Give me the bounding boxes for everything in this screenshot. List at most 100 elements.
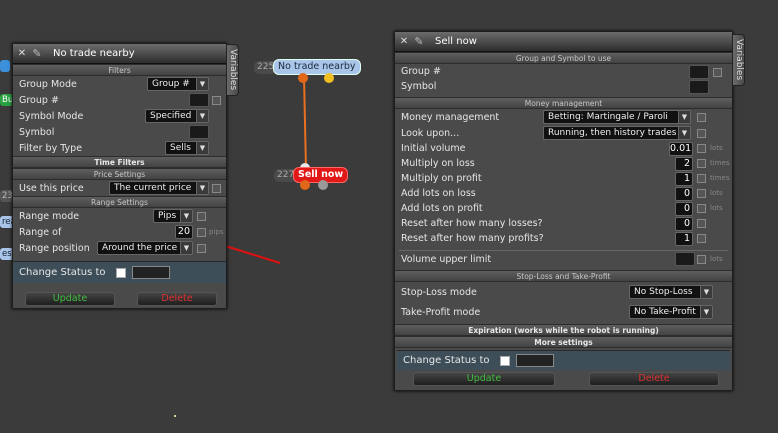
multiply-on-loss-checkbox[interactable] [697, 159, 706, 168]
pin-icon[interactable]: ✎ [411, 35, 427, 48]
symbol-input[interactable] [189, 125, 209, 139]
section-price-settings[interactable]: Price Settings [13, 168, 226, 180]
panel-title: Sell now [435, 36, 477, 47]
change-status-input[interactable] [131, 266, 170, 279]
reset-losses-input[interactable]: 0 [675, 216, 693, 231]
left-settings-panel: ✕ ✎ No trade nearby Filters Group Mode G… [12, 43, 227, 309]
section-filters[interactable]: Filters [13, 64, 226, 76]
section-group-symbol[interactable]: Group and Symbol to use [395, 52, 732, 64]
close-icon[interactable]: ✕ [397, 36, 411, 47]
update-button[interactable]: Update [25, 292, 115, 306]
chevron-down-icon: ▼ [196, 142, 208, 154]
look-upon-select[interactable]: Running, then history trades ▼ [543, 126, 691, 140]
node-output-dot[interactable] [300, 180, 310, 190]
use-this-price-select[interactable]: The current price ▼ [109, 181, 209, 195]
money-management-checkbox[interactable] [697, 113, 706, 122]
node-no-trade-nearby[interactable]: No trade nearby [273, 59, 361, 75]
node-output-dot[interactable] [324, 73, 334, 83]
group-mode-select[interactable]: Group # ▼ [147, 77, 209, 91]
label-add-lots-on-profit: Add lots on profit [401, 203, 483, 214]
label-group-num: Group # [401, 66, 441, 77]
label-stop-loss-mode: Stop-Loss mode [401, 286, 477, 298]
node-connector [303, 75, 307, 171]
update-button[interactable]: Update [413, 372, 555, 386]
label-add-lots-on-loss: Add lots on loss [401, 188, 476, 199]
variables-tab[interactable]: Variables [226, 44, 239, 96]
group-num-input[interactable] [189, 93, 209, 107]
label-multiply-on-profit: Multiply on profit [401, 173, 482, 184]
change-status-bar: Change Status to [13, 261, 226, 283]
node-output-dot[interactable] [298, 73, 308, 83]
pin-icon[interactable]: ✎ [29, 47, 45, 60]
volume-upper-limit-input[interactable] [675, 252, 695, 266]
group-num-checkbox[interactable] [713, 68, 722, 77]
section-time-filters[interactable]: Time Filters [13, 156, 226, 168]
side-node-tag[interactable] [0, 60, 10, 72]
stop-loss-mode-select[interactable]: No Stop-Loss ▼ [629, 285, 713, 299]
change-status-checkbox[interactable] [115, 267, 126, 278]
variables-tab[interactable]: Variables [732, 34, 745, 86]
label-look-upon: Look upon... [401, 127, 460, 139]
change-status-checkbox[interactable] [499, 355, 510, 366]
range-position-checkbox[interactable] [197, 244, 206, 253]
chevron-down-icon: ▼ [700, 306, 712, 318]
look-upon-checkbox[interactable] [697, 129, 706, 138]
unit-label: times [710, 159, 730, 167]
reset-profits-input[interactable]: 1 [675, 231, 693, 246]
chevron-down-icon: ▼ [180, 210, 192, 222]
close-icon[interactable]: ✕ [15, 48, 29, 59]
label-initial-volume: Initial volume [401, 143, 466, 154]
unit-label: lots [710, 255, 723, 263]
reset-profits-checkbox[interactable] [697, 234, 706, 243]
initial-volume-input[interactable]: 0.01 [669, 141, 693, 156]
multiply-on-profit-input[interactable]: 1 [675, 171, 693, 186]
multiply-on-profit-checkbox[interactable] [697, 174, 706, 183]
label-group-num: Group # [19, 94, 59, 106]
section-more-settings[interactable]: More settings [395, 336, 732, 348]
group-num-checkbox[interactable] [212, 96, 221, 105]
chevron-down-icon: ▼ [180, 242, 192, 254]
label-reset-losses: Reset after how many losses? [401, 218, 543, 229]
symbol-input[interactable] [689, 79, 709, 94]
label-filter-by-type: Filter by Type [19, 142, 83, 154]
change-status-input[interactable] [515, 354, 554, 367]
section-range-settings[interactable]: Range Settings [13, 196, 226, 208]
section-money-management[interactable]: Money management [395, 97, 732, 109]
range-position-select[interactable]: Around the price ▼ [97, 241, 193, 255]
right-settings-panel: ✕ ✎ Sell now Group and Symbol to use Gro… [394, 31, 733, 391]
add-lots-on-loss-input[interactable]: 0 [675, 186, 693, 201]
volume-upper-limit-checkbox[interactable] [697, 255, 706, 264]
initial-volume-checkbox[interactable] [697, 144, 706, 153]
use-this-price-checkbox[interactable] [212, 184, 221, 193]
node-output-dot[interactable] [318, 180, 328, 190]
add-lots-on-loss-checkbox[interactable] [697, 189, 706, 198]
add-lots-on-profit-checkbox[interactable] [697, 204, 706, 213]
range-mode-select[interactable]: Pips ▼ [153, 209, 193, 223]
label-volume-upper-limit: Volume upper limit [401, 253, 492, 265]
delete-button[interactable]: Delete [589, 372, 719, 386]
unit-label: pips [209, 228, 224, 236]
right-panel-titlebar[interactable]: ✕ ✎ Sell now [395, 32, 732, 52]
label-reset-profits: Reset after how many profits? [401, 233, 544, 244]
multiply-on-loss-input[interactable]: 2 [675, 156, 693, 171]
add-lots-on-profit-input[interactable]: 0 [675, 201, 693, 216]
unit-label: times [710, 174, 730, 182]
range-of-checkbox[interactable] [197, 228, 206, 237]
reset-losses-checkbox[interactable] [697, 219, 706, 228]
label-range-of: Range of [19, 226, 62, 238]
symbol-mode-select[interactable]: Specified ▼ [145, 109, 209, 123]
label-multiply-on-loss: Multiply on loss [401, 158, 475, 169]
group-num-input[interactable] [689, 64, 709, 79]
left-panel-titlebar[interactable]: ✕ ✎ No trade nearby [13, 44, 226, 64]
range-mode-checkbox[interactable] [197, 212, 206, 221]
chevron-down-icon: ▼ [196, 182, 208, 194]
range-of-input[interactable]: 20 [175, 225, 193, 239]
take-profit-mode-select[interactable]: No Take-Profit ▼ [629, 305, 713, 319]
money-management-select[interactable]: Betting: Martingale / Paroli ▼ [543, 110, 691, 124]
section-expiration[interactable]: Expiration (works while the robot is run… [395, 324, 732, 336]
delete-button[interactable]: Delete [137, 292, 217, 306]
filter-by-type-select[interactable]: Sells ▼ [165, 141, 209, 155]
label-money-management: Money management [401, 111, 500, 123]
chevron-down-icon: ▼ [196, 78, 208, 90]
section-stop-loss-take-profit[interactable]: Stop-Loss and Take-Profit [395, 270, 732, 282]
